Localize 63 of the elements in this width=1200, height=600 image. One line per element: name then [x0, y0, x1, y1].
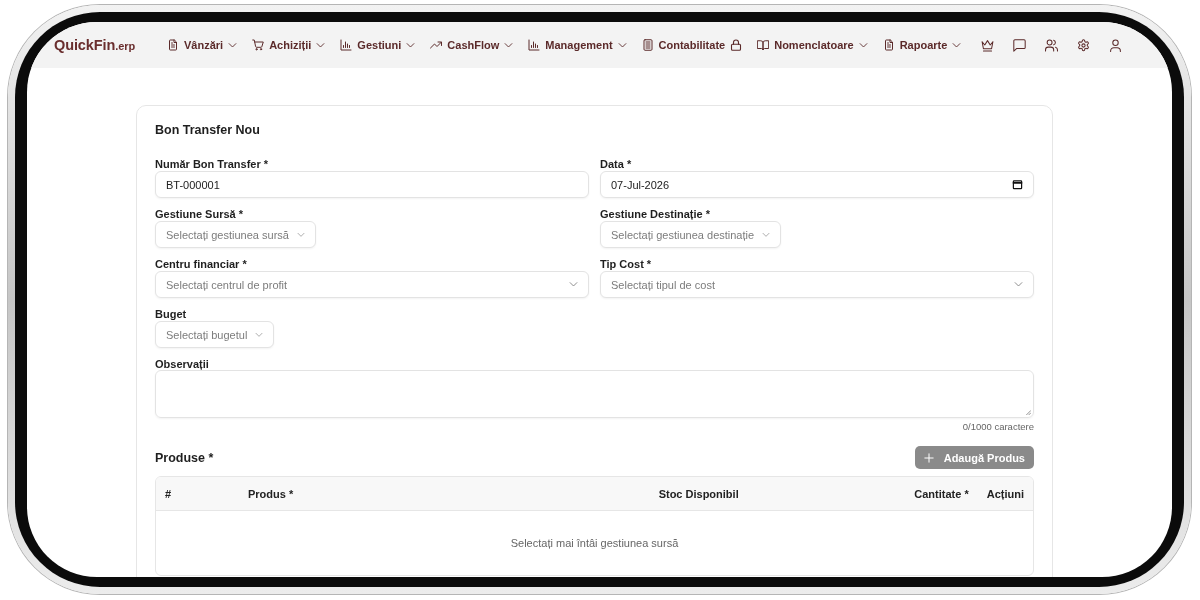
document-icon	[167, 39, 180, 51]
column-header: Acțiuni	[985, 487, 1025, 500]
empty-state-text: Selectați mai întâi gestiunea sursă	[510, 537, 679, 549]
select-field[interactable]: Selectați bugetul	[155, 321, 275, 348]
nav-menu-item[interactable]: Achiziții	[252, 39, 326, 51]
chevron-down-icon	[762, 230, 771, 239]
chevron-down-icon	[952, 40, 962, 50]
crown-icon[interactable]	[981, 38, 995, 52]
calendar-icon[interactable]	[1012, 179, 1023, 190]
column-header: Stoc Disponibil	[657, 487, 740, 500]
settings-icon[interactable]	[1077, 38, 1091, 52]
field-label: Tip Cost *	[600, 258, 653, 271]
field-label: Buget	[155, 308, 188, 321]
column-header: #	[164, 487, 173, 500]
plus-icon	[923, 452, 934, 463]
nav-menu-item[interactable]: CashFlow	[430, 39, 514, 51]
character-counter: 0/1000 caractere	[961, 421, 1034, 433]
cart-icon	[252, 39, 265, 51]
date-field[interactable]: 07-Jul-2026	[600, 171, 1034, 198]
users-icon[interactable]	[1045, 38, 1059, 52]
textarea-field[interactable]	[155, 370, 1034, 418]
resize-grip-icon[interactable]	[1024, 408, 1031, 415]
message-icon[interactable]	[1013, 38, 1027, 52]
field-label: Gestiune Destinație *	[600, 208, 712, 221]
chevron-down-icon	[569, 280, 578, 289]
field-label: Gestiune Sursă *	[155, 208, 245, 221]
chevron-down-icon	[255, 330, 264, 339]
text-field[interactable]: BT-000001	[155, 171, 589, 198]
field-label: Data *	[600, 158, 633, 171]
book-icon	[757, 39, 770, 51]
select-field[interactable]: Selectați tipul de cost	[600, 271, 1034, 298]
nav-menu-item[interactable]: Nomenclatoare	[757, 39, 868, 51]
lock-icon	[730, 39, 743, 51]
nav-menu-item[interactable]: Rapoarte	[882, 39, 962, 51]
chevron-down-icon	[858, 40, 868, 50]
section-title: Produse *	[155, 450, 214, 465]
app-logo: QuickFin.erp	[54, 37, 136, 53]
form-title: Bon Transfer Nou	[155, 122, 261, 138]
chevron-down-icon	[504, 40, 514, 50]
nav-menu-item[interactable]: Management	[528, 39, 627, 51]
select-field[interactable]: Selectați centrul de profit	[155, 271, 589, 298]
chevron-down-icon	[296, 230, 305, 239]
chevron-down-icon	[406, 40, 416, 50]
notepad-icon	[641, 39, 654, 51]
select-field[interactable]: Selectați gestiunea sursă	[155, 221, 316, 248]
nav-menu-item[interactable]: Vânzări	[167, 39, 238, 51]
nav-menu-item[interactable]: Gestiuni	[340, 39, 416, 51]
bar-chart-icon	[528, 39, 541, 51]
field-label: Număr Bon Transfer *	[155, 158, 270, 171]
chevron-down-icon	[316, 40, 326, 50]
chevron-down-icon	[228, 40, 238, 50]
chevron-down-icon	[617, 40, 627, 50]
field-label: Centru financiar *	[155, 258, 248, 271]
user-icon[interactable]	[1109, 38, 1123, 52]
trending-up-icon	[430, 39, 443, 51]
bar-chart-icon	[340, 39, 353, 51]
document-icon	[882, 39, 895, 51]
field-label: Observații	[155, 358, 210, 371]
chevron-down-icon	[1014, 280, 1023, 289]
nav-menu-item[interactable]: Contabilitate	[641, 39, 743, 51]
column-header: Cantitate *	[913, 487, 970, 500]
select-field[interactable]: Selectați gestiunea destinație	[600, 221, 782, 248]
column-header: Produs *	[247, 487, 295, 500]
